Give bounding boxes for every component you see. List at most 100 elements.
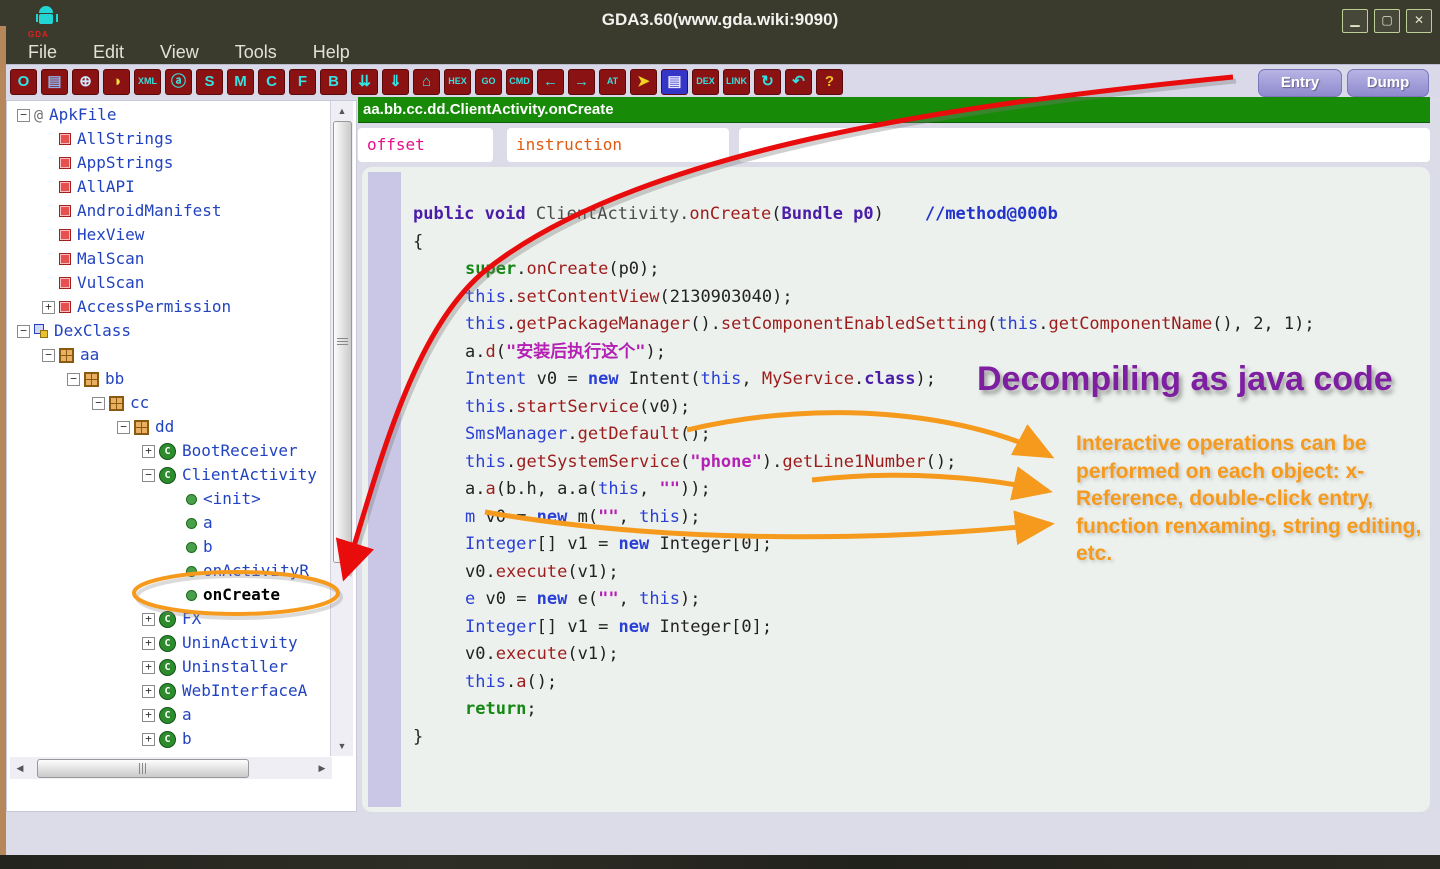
expand-toggle-icon[interactable]: +	[142, 445, 155, 458]
code-line[interactable]: Integer[] v1 = new Integer[0];	[362, 614, 1430, 642]
help-icon[interactable]: ?	[816, 69, 843, 95]
dex-icon[interactable]: DEX	[692, 69, 719, 95]
open-file-icon[interactable]: O	[10, 69, 37, 95]
tree-item-apkfile[interactable]: −@ApkFile	[7, 103, 331, 127]
class-tree[interactable]: −@ApkFileAllStringsAppStringsAllAPIAndro…	[7, 103, 331, 756]
entry-button[interactable]: Entry	[1258, 69, 1342, 97]
code-line[interactable]: this.setContentView(2130903040);	[362, 284, 1430, 312]
search-icon[interactable]: ⊕	[72, 69, 99, 95]
link-icon[interactable]: LINK	[723, 69, 750, 95]
tree-item-vulscan[interactable]: VulScan	[7, 271, 331, 295]
code-line[interactable]: super.onCreate(p0);	[362, 256, 1430, 284]
code-line[interactable]: }	[362, 724, 1430, 752]
code-line[interactable]: return;	[362, 696, 1430, 724]
scroll-right-button[interactable]: ▶	[312, 760, 332, 776]
tree-item-dd[interactable]: −dd	[7, 415, 331, 439]
tree-item-clientactivity[interactable]: −CClientActivity	[7, 463, 331, 487]
tree-item-accesspermission[interactable]: +AccessPermission	[7, 295, 331, 319]
tree-item-aa[interactable]: −aa	[7, 343, 331, 367]
code-line[interactable]: this.a();	[362, 669, 1430, 697]
expand-toggle-icon[interactable]: +	[142, 709, 155, 722]
vertical-scroll-thumb[interactable]	[333, 121, 352, 563]
tree-item-a[interactable]: +Ca	[7, 703, 331, 727]
collapse-toggle-icon[interactable]: −	[117, 421, 130, 434]
code-line[interactable]: v0.execute(v1);	[362, 641, 1430, 669]
go-icon[interactable]: GO	[475, 69, 502, 95]
expand-toggle-icon[interactable]: +	[142, 637, 155, 650]
tree-item-label: b	[203, 535, 213, 559]
menu-file[interactable]: File	[0, 42, 75, 63]
tree-item-malscan[interactable]: MalScan	[7, 247, 331, 271]
manifest-down-icon[interactable]: ⇊	[351, 69, 378, 95]
collapse-toggle-icon[interactable]: −	[67, 373, 80, 386]
xml-icon[interactable]: XML	[134, 69, 161, 95]
minimize-button[interactable]: ▁	[1342, 9, 1368, 33]
tree-item-dexclass[interactable]: −DexClass	[7, 319, 331, 343]
tree-item-allapi[interactable]: AllAPI	[7, 175, 331, 199]
code-line[interactable]: this.getPackageManager().setComponentEna…	[362, 311, 1430, 339]
expand-toggle-icon[interactable]: +	[142, 685, 155, 698]
tree-item-bb[interactable]: −bb	[7, 367, 331, 391]
collapse-toggle-icon[interactable]: −	[17, 109, 30, 122]
code-line[interactable]: {	[362, 229, 1430, 257]
forward-icon[interactable]: →	[568, 69, 595, 95]
bytecode-icon[interactable]: B	[320, 69, 347, 95]
collapse-toggle-icon[interactable]: −	[42, 349, 55, 362]
tree-item-androidmanifest[interactable]: AndroidManifest	[7, 199, 331, 223]
tree-item-allstrings[interactable]: AllStrings	[7, 127, 331, 151]
tree-item-hexview[interactable]: HexView	[7, 223, 331, 247]
back-icon[interactable]: ←	[537, 69, 564, 95]
strings-icon[interactable]: S	[196, 69, 223, 95]
tree-horizontal-scrollbar[interactable]: ◀ ▶	[10, 757, 332, 779]
cmd-icon[interactable]: CMD	[506, 69, 533, 95]
tree-item-webinterfacea[interactable]: +CWebInterfaceA	[7, 679, 331, 703]
tree-item-uninstaller[interactable]: +CUninstaller	[7, 655, 331, 679]
close-button[interactable]: ✕	[1406, 9, 1432, 33]
android-icon[interactable]: ⓐ	[165, 69, 192, 95]
tree-item-cc[interactable]: −cc	[7, 391, 331, 415]
menu-help[interactable]: Help	[295, 42, 368, 63]
scroll-down-button[interactable]: ▼	[332, 738, 352, 754]
classes-icon[interactable]: C	[258, 69, 285, 95]
tree-item-appstrings[interactable]: AppStrings	[7, 151, 331, 175]
dump-button[interactable]: Dump	[1347, 69, 1429, 97]
methods-icon[interactable]: M	[227, 69, 254, 95]
export-down-icon[interactable]: ⇓	[382, 69, 409, 95]
tree-item-fx[interactable]: +CFX	[7, 607, 331, 631]
at-icon[interactable]: AT	[599, 69, 626, 95]
tree-item-b[interactable]: +Cb	[7, 727, 331, 751]
menu-tools[interactable]: Tools	[217, 42, 295, 63]
bird-icon[interactable]: ➤	[630, 69, 657, 95]
undo-icon[interactable]: ↶	[785, 69, 812, 95]
hex-icon[interactable]: HEX	[444, 69, 471, 95]
menu-edit[interactable]: Edit	[75, 42, 142, 63]
expand-toggle-icon[interactable]: +	[142, 661, 155, 674]
tree-item-bootreceiver[interactable]: +CBootReceiver	[7, 439, 331, 463]
collapse-toggle-icon[interactable]: −	[17, 325, 30, 338]
expand-toggle-icon[interactable]: +	[42, 301, 55, 314]
maximize-button[interactable]: ▢	[1374, 9, 1400, 33]
tree-item-oncreate[interactable]: onCreate	[7, 583, 331, 607]
horizontal-scroll-thumb[interactable]	[37, 759, 249, 778]
expand-toggle-icon[interactable]: +	[142, 613, 155, 626]
expand-toggle-icon[interactable]: +	[142, 733, 155, 746]
fields-icon[interactable]: F	[289, 69, 316, 95]
collapse-toggle-icon[interactable]: −	[142, 469, 155, 482]
tree-item-onactivityr[interactable]: onActivityR	[7, 559, 331, 583]
home-up-icon[interactable]: ⌂	[413, 69, 440, 95]
tree-item-init[interactable]: <init>	[7, 487, 331, 511]
report-icon[interactable]: ▤	[661, 69, 688, 95]
code-line[interactable]: e v0 = new e("", this);	[362, 586, 1430, 614]
menu-view[interactable]: View	[142, 42, 217, 63]
redo-icon[interactable]: ↻	[754, 69, 781, 95]
scroll-left-button[interactable]: ◀	[10, 760, 30, 776]
tree-item-b[interactable]: b	[7, 535, 331, 559]
code-line[interactable]: public void ClientActivity.onCreate(Bund…	[362, 201, 1430, 229]
collapse-toggle-icon[interactable]: −	[92, 397, 105, 410]
tree-item-a[interactable]: a	[7, 511, 331, 535]
tree-vertical-scrollbar[interactable]: ▲ ▼	[330, 101, 353, 756]
disk-icon[interactable]: ◑	[103, 69, 130, 95]
tree-item-uninactivity[interactable]: +CUninActivity	[7, 631, 331, 655]
save-icon[interactable]: ▤	[41, 69, 68, 95]
scroll-up-button[interactable]: ▲	[332, 103, 352, 119]
